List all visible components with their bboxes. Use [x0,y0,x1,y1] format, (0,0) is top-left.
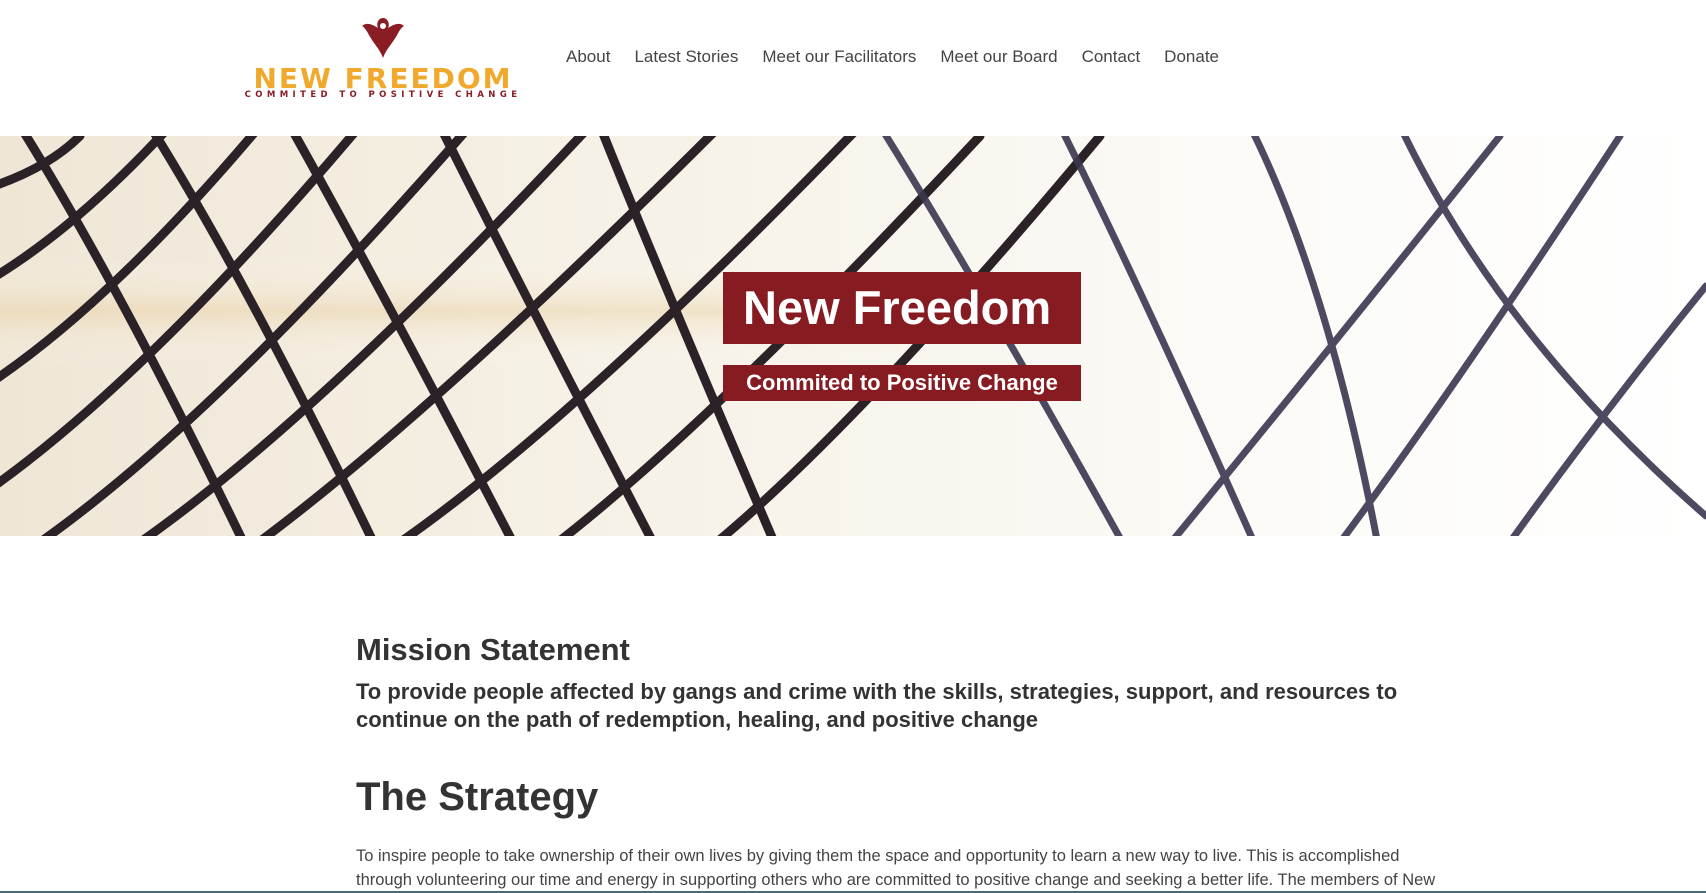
strategy-heading: The Strategy [356,775,599,819]
strategy-text: To inspire people to take ownership of t… [356,847,1436,889]
bird-emblem-icon [362,18,404,58]
mission-text: To provide people affected by gangs and … [356,679,1398,732]
nav-item-about[interactable]: About [566,46,610,68]
mission-heading: Mission Statement [356,632,630,667]
nav-item-donate[interactable]: Donate [1164,46,1219,68]
site-header: NEW FREEDOM COMMITED TO POSITIVE CHANGE … [0,0,1706,136]
logo-tagline: COMMITED TO POSITIVE CHANGE [244,90,522,100]
nav-item-contact[interactable]: Contact [1082,46,1141,68]
hero-banner: New Freedom Commited to Positive Change [0,136,1706,536]
hero-subtitle: Commited to Positive Change [723,365,1081,401]
nav-item-latest-stories[interactable]: Latest Stories [634,46,738,68]
main-nav: About Latest Stories Meet our Facilitato… [566,46,1219,68]
main-content: Mission Statement To provide people affe… [356,630,1436,892]
nav-item-facilitators[interactable]: Meet our Facilitators [762,46,916,68]
nav-item-board[interactable]: Meet our Board [940,46,1057,68]
hero-title: New Freedom [723,272,1081,344]
site-logo[interactable]: NEW FREEDOM COMMITED TO POSITIVE CHANGE [238,14,528,104]
